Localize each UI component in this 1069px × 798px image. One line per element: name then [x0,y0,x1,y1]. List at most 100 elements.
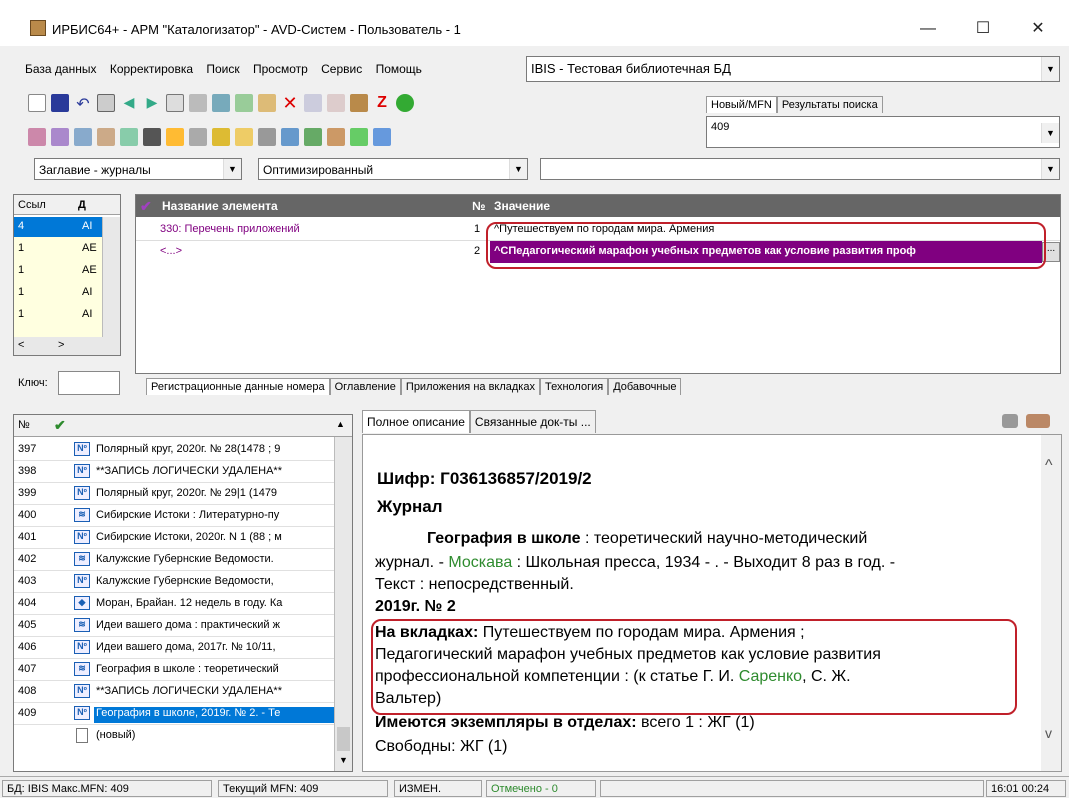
table-row-selected[interactable]: 4 АІ [14,217,102,237]
table-row[interactable]: 1 АІ [14,305,102,325]
tab-search-results[interactable]: Результаты поиска [776,96,883,113]
tab-contents[interactable]: Оглавление [329,378,401,395]
scroll-up-icon[interactable]: ▲ [336,419,345,429]
list-item-mfn: 403 [18,575,37,587]
z-search-icon[interactable]: Z [373,94,391,112]
table-row[interactable]: 1 АЕ [14,239,102,259]
tab-new-mfn[interactable]: Новый/MFN [706,96,777,113]
list-item[interactable]: 406 Nº Идеи вашего дома, 2017г. № 10/11, [14,637,334,659]
help-icon[interactable] [373,128,391,146]
grid-icon[interactable] [189,94,207,112]
list-item[interactable]: 398 Nº **ЗАПИСЬ ЛОГИЧЕСКИ УДАЛЕНА** [14,461,334,483]
scroll-right-icon[interactable]: > [58,339,64,351]
column-header-value[interactable]: Значение [494,199,550,213]
menu-search[interactable]: Поиск [201,54,244,84]
list-item[interactable]: 400 ≋ Сибирские Истоки : Литературно-пу [14,505,334,527]
app-window: ИРБИС64+ - АРМ "Каталогизатор" - AVD-Сис… [0,0,1069,798]
marker-multi-icon[interactable] [51,128,69,146]
stats-icon[interactable] [327,128,345,146]
new-document-icon[interactable] [28,94,46,112]
scroll-down-icon[interactable]: ▼ [339,755,348,765]
tools-icon[interactable] [212,94,230,112]
link-icon[interactable] [1002,414,1018,428]
menu-help[interactable]: Помощь [371,54,427,84]
paste-icon[interactable] [212,128,230,146]
list-item[interactable]: 403 Nº Калужские Губернские Ведомости, [14,571,334,593]
close-button[interactable]: ✕ [1015,14,1061,44]
mode-select[interactable]: Оптимизированный ▼ [258,158,528,180]
minimize-button[interactable]: — [905,14,951,44]
list-item[interactable]: 402 ≋ Калужские Губернские Ведомости. [14,549,334,571]
column-header-no[interactable]: № [18,419,30,431]
table-row[interactable]: 1 АІ [14,283,102,303]
column-header-element-name[interactable]: Название элемента [162,199,278,213]
clipboard-icon[interactable] [166,94,184,112]
link-icon[interactable] [189,128,207,146]
list-item[interactable]: 405 ≋ Идеи вашего дома : практический ж [14,615,334,637]
worksheet-select[interactable]: Заглавие - журналы ▼ [34,158,242,180]
list-item[interactable]: 401 Nº Сибирские Истоки, 2020г. N 1 (88 ; … [14,527,334,549]
irbis-icon[interactable] [350,94,368,112]
copy-record-icon[interactable] [97,94,115,112]
print-preview-icon[interactable] [304,94,322,112]
vertical-scrollbar[interactable]: ^ v [1041,435,1061,771]
table-row[interactable]: 1 АЕ [14,261,102,281]
menu-service[interactable]: Сервис [316,54,367,84]
tab-additional[interactable]: Добавочные [608,378,682,395]
database-select[interactable]: IBIS - Тестовая библиотечная БД ▼ [526,56,1060,82]
horizontal-scrollbar[interactable]: < > [14,337,120,355]
globe-icon[interactable] [396,94,414,112]
scrollbar-thumb[interactable] [337,727,350,751]
list-item-selected[interactable]: 409 Nº География в школе, 2019г. № 2. - Те [14,703,334,725]
column-header-d[interactable]: Д [78,199,86,211]
move-icon[interactable] [97,128,115,146]
vertical-scrollbar[interactable] [102,217,120,337]
menu-view[interactable]: Просмотр [248,54,313,84]
vertical-scrollbar[interactable]: ▼ [334,437,352,771]
undo-icon[interactable]: ↶ [74,94,92,113]
journal-icon: ≋ [74,662,90,676]
print-icon[interactable] [1026,414,1050,428]
tree-icon[interactable] [235,94,253,112]
list-item[interactable]: 407 ≋ География в школе : теоретический [14,659,334,681]
copy-icon[interactable] [304,128,322,146]
list-item[interactable]: 397 Nº Полярный круг, 2020г. № 28(1478 ; 9 [14,439,334,461]
hat-icon[interactable] [143,128,161,146]
print-icon[interactable] [258,128,276,146]
export-icon[interactable] [327,94,345,112]
tab-technology[interactable]: Технология [539,378,609,395]
list-item[interactable]: 408 Nº **ЗАПИСЬ ЛОГИЧЕСКИ УДАЛЕНА** [14,681,334,703]
print-cards-icon[interactable] [281,128,299,146]
list-item[interactable]: 399 Nº Полярный круг, 2020г. № 29|1 (1479 [14,483,334,505]
scroll-left-icon[interactable]: < [18,339,24,351]
next-record-icon[interactable]: ▶ [143,94,161,112]
records-list-body: 397 Nº Полярный круг, 2020г. № 28(1478 ; 9… [14,439,334,771]
list-item[interactable]: 404 ◆ Моран, Брайан. 12 недель в году. Ка [14,593,334,615]
column-header-number[interactable]: № [472,199,485,213]
save-icon[interactable] [51,94,69,112]
tab-full-description[interactable]: Полное описание [362,410,470,433]
scroll-up-icon[interactable]: ^ [1045,457,1053,475]
list-item-new[interactable]: (новый) [14,725,334,747]
excel-icon[interactable] [350,128,368,146]
key-input[interactable] [58,371,120,395]
tab-related-docs[interactable]: Связанные док-ты ... [469,410,596,433]
column-header-links[interactable]: Ссыл [18,199,46,211]
previous-record-icon[interactable]: ◀ [120,94,138,112]
menu-database[interactable]: База данных [20,54,101,84]
extra-select[interactable]: ▼ [540,158,1060,180]
book-icon[interactable] [74,128,92,146]
maximize-button[interactable]: ☐ [960,14,1006,44]
menu-edit[interactable]: Корректировка [105,54,198,84]
folder-icon[interactable] [235,128,253,146]
scroll-down-icon[interactable]: v [1045,725,1052,741]
marker-icon[interactable] [28,128,46,146]
city-link[interactable]: Москава [448,554,512,571]
edit-record-icon[interactable] [258,94,276,112]
key-icon[interactable] [166,128,184,146]
tab-inserts[interactable]: Приложения на вкладках [400,378,540,395]
tab-registration[interactable]: Регистрационные данные номера [146,378,330,395]
mfn-select[interactable]: 409 ▼ [706,116,1060,148]
delete-icon[interactable]: ✕ [281,94,299,112]
merge-icon[interactable] [120,128,138,146]
